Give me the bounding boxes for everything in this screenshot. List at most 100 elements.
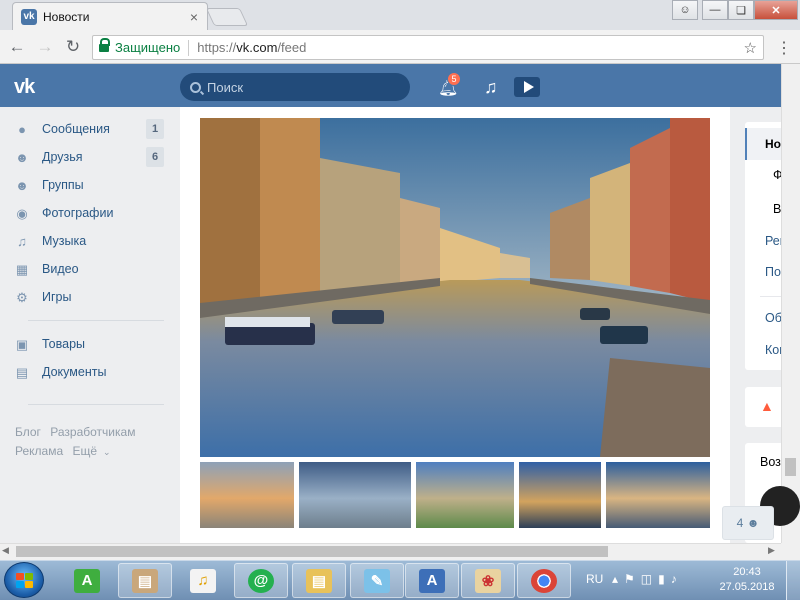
possible-friends-title: Возм [760, 455, 781, 469]
footer-links: Блог Разработчикам Реклама Ещё ⌄ [15, 423, 175, 462]
tab-close-icon[interactable]: × [185, 9, 203, 25]
nav-label: Игры [42, 290, 72, 304]
post-thumbnail[interactable] [416, 462, 514, 528]
start-button[interactable] [4, 562, 44, 598]
film-icon: ▦ [15, 262, 29, 277]
scroll-right-arrow-icon[interactable]: ▶ [768, 545, 775, 556]
post-thumbnail[interactable] [200, 462, 294, 528]
nav-divider [28, 320, 164, 321]
browser-tab[interactable]: vk Новости × [12, 2, 208, 30]
nav-label: Группы [42, 178, 84, 192]
filter-divider [760, 296, 781, 297]
nav-item-video[interactable]: ▦ Видео [14, 257, 164, 281]
tab-title: Новости [43, 9, 90, 24]
vk-logo[interactable]: vk [14, 76, 35, 99]
music-note-icon[interactable]: ♫ [484, 77, 498, 98]
nav-count-badge: 6 [146, 147, 164, 167]
taskbar-app-android[interactable]: A [60, 563, 114, 598]
vertical-scrollbar-thumb[interactable] [785, 458, 796, 476]
nav-label: Фотографии [42, 206, 114, 220]
filter-news[interactable]: Новости [745, 128, 781, 160]
taskbar-app-chrome[interactable] [517, 563, 571, 598]
back-arrow-icon[interactable]: ← [6, 36, 28, 58]
omnibox-divider [188, 39, 190, 56]
minimize-button[interactable]: — [702, 0, 728, 20]
nav-count-badge: 1 [146, 119, 164, 139]
music-note-icon: ♫ [190, 568, 216, 593]
online-friends-button[interactable]: 4 ☻ [722, 506, 774, 540]
filter-comments[interactable]: Ком [765, 343, 781, 357]
scrollbar-corner [781, 543, 800, 560]
reload-icon[interactable]: ↻ [62, 36, 84, 58]
clock-date: 27.05.2018 [719, 581, 775, 593]
close-window-button[interactable]: ✕ [754, 0, 798, 20]
filter-recommendations[interactable]: Рек [765, 234, 781, 248]
taskbar-app-explorer[interactable]: ▤ [292, 563, 346, 598]
camera-icon: ◉ [16, 206, 28, 221]
nav-label: Документы [42, 365, 107, 379]
language-indicator[interactable]: RU [586, 572, 603, 586]
taskbar-app-mail[interactable]: @ [234, 563, 288, 598]
search-input[interactable] [207, 79, 397, 95]
url-host: vk.com [236, 40, 278, 55]
gamepad-icon: ⚙ [16, 290, 28, 305]
horizontal-scrollbar-thumb[interactable] [16, 546, 608, 557]
filter-item[interactable]: Ф [773, 168, 781, 182]
notification-badge: 5 [447, 72, 461, 86]
post-thumbnail[interactable] [299, 462, 411, 528]
footer-link-ads[interactable]: Реклама [15, 444, 63, 458]
taskbar-app-paint[interactable]: ❀ [461, 563, 515, 598]
music-note-icon: ♫ [17, 234, 27, 249]
profile-button[interactable]: ☺ [672, 0, 698, 20]
taskbar-app-news[interactable]: ▤ [118, 563, 172, 598]
nav-divider [28, 404, 164, 405]
scroll-left-arrow-icon[interactable]: ◀ [2, 545, 9, 556]
chrome-menu-icon[interactable]: ⋮ [774, 38, 794, 58]
filter-item[interactable]: Вы [773, 202, 781, 216]
folder-icon: ▤ [306, 568, 332, 593]
footer-link-more[interactable]: Ещё [72, 444, 97, 458]
search-box[interactable] [180, 73, 410, 101]
chrome-icon [531, 568, 557, 593]
search-icon [190, 81, 201, 93]
nav-item-music[interactable]: ♫ Музыка [14, 229, 164, 253]
document-icon: ▤ [15, 365, 29, 380]
maximize-button[interactable]: ❏ [728, 0, 754, 20]
taskbar-app-notepad[interactable]: ✎ [350, 563, 404, 598]
filter-search[interactable]: Пои [765, 265, 781, 279]
person-icon: ☻ [746, 516, 760, 530]
show-desktop-button[interactable] [786, 561, 800, 600]
nav-label: Музыка [42, 234, 87, 248]
bookmark-star-icon[interactable]: ☆ [744, 39, 757, 57]
android-icon: A [74, 568, 100, 593]
taskbar-app-music[interactable]: ♫ [176, 563, 230, 598]
palette-icon: ❀ [475, 568, 501, 593]
nav-item-friends[interactable]: ☻ Друзья 6 [14, 145, 164, 169]
nav-item-photos[interactable]: ◉ Фотографии [14, 201, 164, 225]
nav-item-documents[interactable]: ▤ Документы [14, 360, 164, 384]
footer-link-blog[interactable]: Блог [15, 425, 41, 439]
address-bar[interactable]: Защищено https:// vk.com /feed ☆ [92, 35, 764, 60]
chevron-down-icon: ⌄ [103, 447, 111, 457]
post-main-photo[interactable] [200, 118, 710, 457]
nav-item-messages[interactable]: ● Сообщения 1 [14, 117, 164, 141]
nav-item-goods[interactable]: ▣ Товары [14, 332, 164, 356]
forward-arrow-icon[interactable]: → [34, 36, 56, 58]
lock-icon [99, 37, 110, 53]
at-sign-icon: @ [248, 568, 274, 593]
online-friends-count: 4 [736, 516, 744, 530]
notepad-icon: ✎ [364, 568, 390, 593]
system-tray-icons[interactable]: ▴⚑◫▮♪ [612, 572, 683, 586]
play-icon[interactable] [514, 77, 540, 97]
nav-item-games[interactable]: ⚙ Игры [14, 285, 164, 309]
footer-link-developers[interactable]: Разработчикам [50, 425, 135, 439]
taskbar-clock[interactable]: 20:43 27.05.2018 [716, 565, 778, 595]
filter-updates[interactable]: Обн [765, 311, 781, 325]
post-thumbnail[interactable] [519, 462, 601, 528]
nav-label: Видео [42, 262, 79, 276]
nav-item-groups[interactable]: ☻ Группы [14, 173, 164, 197]
post-thumbnail[interactable] [606, 462, 710, 528]
taskbar-app-wordpad[interactable]: A [405, 563, 459, 598]
secure-label: Защищено [115, 40, 181, 55]
vk-favicon-icon: vk [21, 8, 37, 25]
